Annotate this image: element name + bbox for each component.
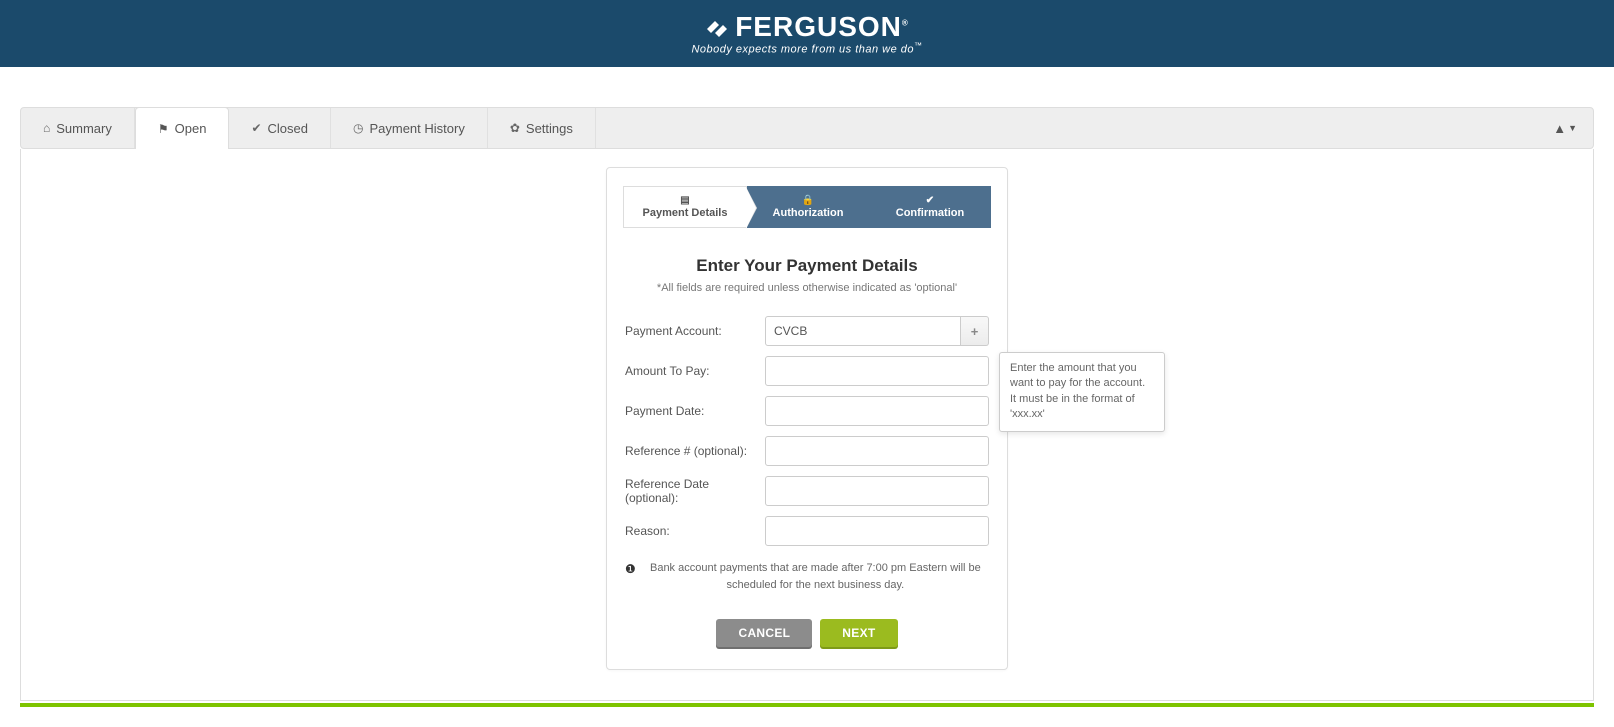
check-icon: ✔ (251, 121, 261, 135)
trademark-mark: ™ (914, 41, 923, 50)
brand-logo: FERGUSON® Nobody expects more from us th… (691, 11, 922, 56)
reference-num-input[interactable] (765, 436, 989, 466)
ferguson-logo-icon (705, 15, 729, 39)
user-menu[interactable]: ▲ ▼ (1537, 108, 1593, 148)
brand-name: FERGUSON (735, 11, 902, 42)
wizard-step-details-label: Payment Details (643, 207, 728, 219)
registered-mark: ® (902, 19, 909, 28)
reference-date-input[interactable] (765, 476, 989, 506)
amount-input[interactable] (765, 356, 989, 386)
tab-settings-label: Settings (526, 121, 573, 136)
tab-open-label: Open (175, 121, 207, 136)
label-reason: Reason: (625, 524, 765, 538)
user-icon: ▲ (1553, 121, 1566, 136)
required-note: *All fields are required unless otherwis… (607, 282, 1007, 294)
form-heading: Enter Your Payment Details (607, 256, 1007, 276)
wizard-step-confirmation-label: Confirmation (896, 207, 964, 219)
payment-date-input[interactable] (765, 396, 989, 426)
gear-icon: ✿ (510, 121, 520, 135)
payment-account-select[interactable] (765, 316, 961, 346)
reason-input[interactable] (765, 516, 989, 546)
add-payment-account-button[interactable]: + (961, 316, 989, 346)
info-icon: ❶ (625, 560, 636, 578)
wizard-step-authorization[interactable]: 🔒 Authorization (747, 186, 869, 228)
chevron-down-icon: ▼ (1568, 123, 1577, 133)
top-banner: FERGUSON® Nobody expects more from us th… (0, 0, 1614, 67)
plus-icon: + (971, 324, 979, 339)
tab-summary[interactable]: ⌂ Summary (21, 108, 135, 148)
tab-closed[interactable]: ✔ Closed (229, 108, 331, 148)
tab-closed-label: Closed (268, 121, 308, 136)
tab-open[interactable]: ⚑ Open (135, 107, 230, 149)
label-payment-date: Payment Date: (625, 404, 765, 418)
tab-settings[interactable]: ✿ Settings (488, 108, 596, 148)
clock-icon: ◷ (353, 121, 363, 135)
wizard-steps: ▤ Payment Details 🔒 Authorization ✔ Conf… (623, 186, 991, 228)
amount-tooltip: Enter the amount that you want to pay fo… (999, 352, 1165, 432)
payment-timing-notice: ❶ Bank account payments that are made af… (625, 560, 989, 593)
flag-icon: ⚑ (158, 122, 169, 136)
notice-text: Bank account payments that are made afte… (642, 560, 989, 593)
label-reference-num: Reference # (optional): (625, 444, 765, 458)
label-reference-date: Reference Date (optional): (625, 477, 765, 505)
home-icon: ⌂ (43, 121, 50, 135)
tab-payment-history[interactable]: ◷ Payment History (331, 108, 488, 148)
document-icon: ▤ (680, 196, 689, 206)
wizard-step-details[interactable]: ▤ Payment Details (623, 186, 747, 228)
wizard-step-authorization-label: Authorization (773, 207, 844, 219)
check-icon: ✔ (926, 196, 934, 206)
brand-tagline: Nobody expects more from us than we do (691, 44, 914, 56)
bottom-accent (20, 703, 1594, 707)
lock-icon: 🔒 (802, 196, 814, 206)
payment-panel: ▤ Payment Details 🔒 Authorization ✔ Conf… (606, 167, 1008, 670)
main-tabs: ⌂ Summary ⚑ Open ✔ Closed ◷ Payment Hist… (20, 107, 1594, 149)
wizard-step-confirmation[interactable]: ✔ Confirmation (869, 186, 991, 228)
tab-history-label: Payment History (369, 121, 464, 136)
cancel-button[interactable]: CANCEL (716, 619, 812, 647)
content-area: ▤ Payment Details 🔒 Authorization ✔ Conf… (20, 149, 1594, 701)
next-button[interactable]: NEXT (820, 619, 897, 647)
tab-summary-label: Summary (56, 121, 112, 136)
label-amount: Amount To Pay: (625, 364, 765, 378)
label-payment-account: Payment Account: (625, 324, 765, 338)
